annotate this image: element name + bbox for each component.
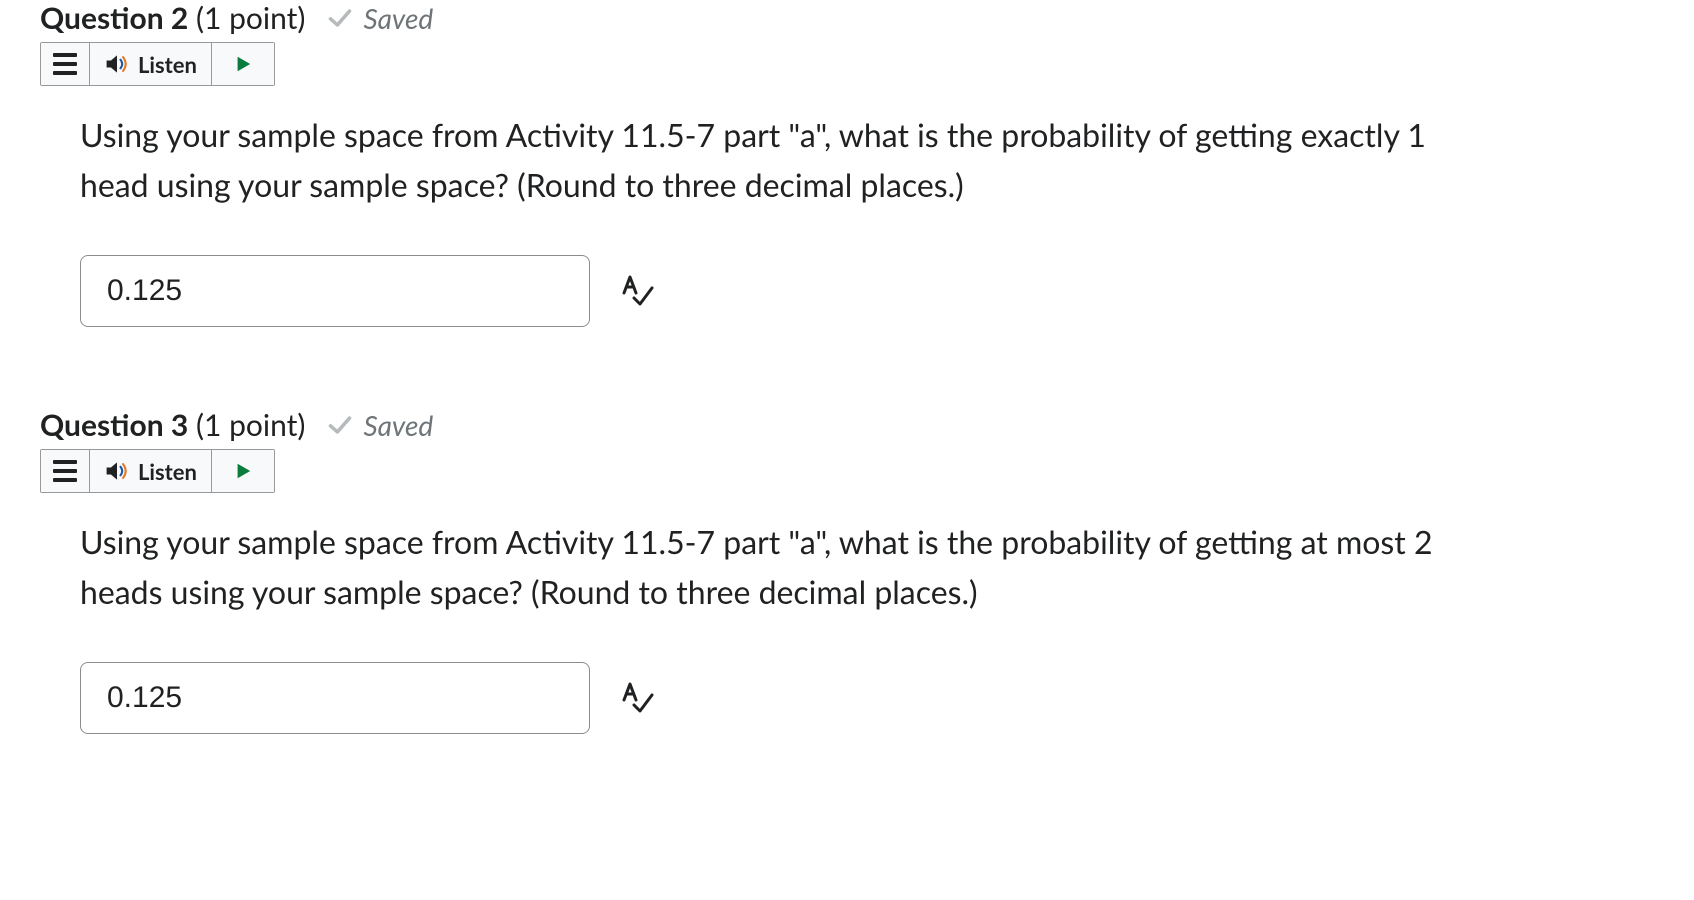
listen-label: Listen bbox=[138, 51, 197, 78]
question-block: Question 3 (1 point) Saved bbox=[40, 407, 1654, 734]
answer-input[interactable] bbox=[80, 662, 590, 734]
play-button[interactable] bbox=[212, 450, 274, 492]
speaker-icon bbox=[104, 458, 130, 484]
spellcheck-icon[interactable] bbox=[618, 273, 654, 309]
hamburger-icon bbox=[53, 460, 77, 482]
answer-row bbox=[80, 255, 1440, 327]
saved-indicator: Saved bbox=[327, 1, 433, 35]
question-body: Using your sample space from Activity 11… bbox=[40, 110, 1440, 327]
listen-menu-button[interactable] bbox=[41, 450, 90, 492]
play-icon bbox=[234, 462, 252, 480]
saved-indicator: Saved bbox=[327, 408, 433, 442]
hamburger-icon bbox=[53, 53, 77, 75]
question-number: Question 3 bbox=[40, 407, 188, 443]
question-header: Question 3 (1 point) Saved bbox=[40, 407, 1654, 443]
question-text: Using your sample space from Activity 11… bbox=[80, 110, 1440, 209]
spellcheck-icon[interactable] bbox=[618, 680, 654, 716]
check-icon bbox=[327, 412, 353, 438]
saved-label: Saved bbox=[363, 1, 433, 35]
question-block: Question 2 (1 point) Saved bbox=[40, 0, 1654, 327]
check-icon bbox=[327, 5, 353, 31]
question-body: Using your sample space from Activity 11… bbox=[40, 517, 1440, 734]
listen-toolbar: Listen bbox=[40, 42, 275, 86]
listen-label: Listen bbox=[138, 458, 197, 485]
question-title: Question 2 (1 point) bbox=[40, 0, 305, 36]
answer-input[interactable] bbox=[80, 255, 590, 327]
question-points: (1 point) bbox=[196, 407, 305, 443]
speaker-icon bbox=[104, 51, 130, 77]
question-text: Using your sample space from Activity 11… bbox=[80, 517, 1440, 616]
answer-row bbox=[80, 662, 1440, 734]
listen-button[interactable]: Listen bbox=[90, 43, 212, 85]
question-points: (1 point) bbox=[196, 0, 305, 36]
saved-label: Saved bbox=[363, 408, 433, 442]
listen-menu-button[interactable] bbox=[41, 43, 90, 85]
question-title: Question 3 (1 point) bbox=[40, 407, 305, 443]
play-icon bbox=[234, 55, 252, 73]
play-button[interactable] bbox=[212, 43, 274, 85]
listen-button[interactable]: Listen bbox=[90, 450, 212, 492]
question-header: Question 2 (1 point) Saved bbox=[40, 0, 1654, 36]
listen-toolbar: Listen bbox=[40, 449, 275, 493]
question-number: Question 2 bbox=[40, 0, 188, 36]
